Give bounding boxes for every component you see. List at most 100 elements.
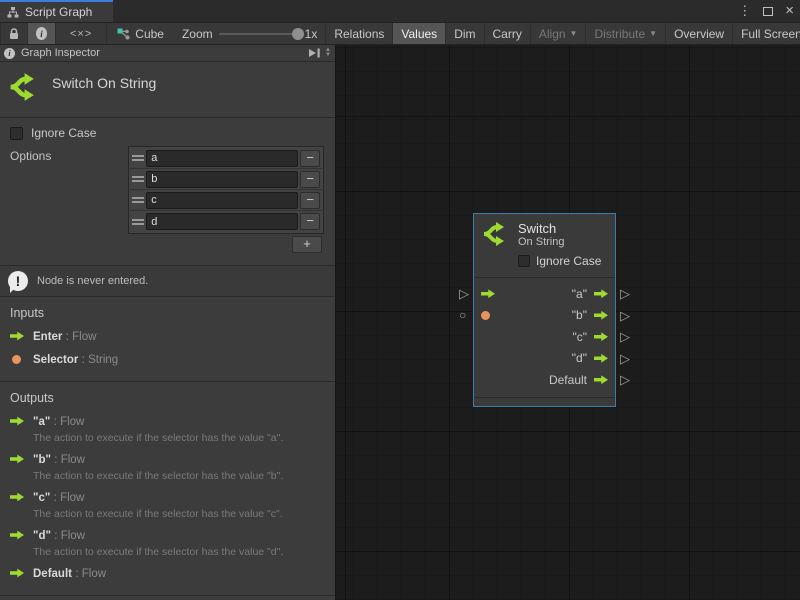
panel-spinner[interactable]: ▲▼ [325, 48, 331, 58]
edit-source-button[interactable]: <×> [56, 23, 107, 44]
unit-title: Switch On String [52, 72, 156, 91]
zoom-label: Zoom [182, 27, 213, 41]
output-port-c: "c" : Flow [10, 490, 325, 504]
toolbar-button-carry[interactable]: Carry [485, 23, 531, 44]
output-port-default: Default : Flow [10, 566, 325, 580]
flow-port-icon [10, 331, 24, 341]
flow-port-icon [10, 454, 24, 464]
option-row: − [130, 190, 322, 211]
toolbar-button-distribute[interactable]: Distribute▼ [586, 23, 666, 44]
node-title: Switch [518, 221, 564, 236]
node-header[interactable]: Switch On String Ignore Case [474, 214, 615, 278]
output-port-c-desc: The action to execute if the selector ha… [33, 508, 325, 520]
info-icon: i [36, 27, 47, 40]
graph-inspector-panel: i Graph Inspector ▲▼ Swi [0, 45, 335, 600]
script-graph-window: Script Graph ⋮ × i <×> Cube [0, 0, 800, 600]
ignore-case-label: Ignore Case [31, 126, 96, 140]
output-port-b: "b" : Flow [10, 452, 325, 466]
output-c-connector-icon[interactable]: ▷ [620, 330, 630, 343]
tab-label: Script Graph [25, 5, 92, 19]
zoom-control: Zoom 1x [174, 23, 325, 44]
node-subtitle: On String [518, 236, 564, 249]
switch-on-string-node[interactable]: Switch On String Ignore Case "a" "b" "c" [473, 213, 616, 407]
toolbar-button-dim[interactable]: Dim [446, 23, 484, 44]
drag-handle-icon[interactable] [130, 197, 146, 203]
options-list: − − − [128, 146, 324, 234]
close-icon[interactable]: × [785, 6, 794, 16]
option-input[interactable] [146, 192, 298, 209]
flow-port-icon [10, 568, 24, 578]
unit-title-block: Switch On String [0, 62, 335, 118]
node-ignore-case-checkbox[interactable] [518, 255, 530, 267]
graph-inspector-title: Graph Inspector [21, 47, 100, 59]
output-port-a-icon[interactable] [594, 289, 608, 299]
output-port-a-desc: The action to execute if the selector ha… [33, 432, 325, 444]
window-menu-icon[interactable]: ⋮ [738, 3, 751, 19]
output-port-b-desc: The action to execute if the selector ha… [33, 470, 325, 482]
output-a-connector-icon[interactable]: ▷ [620, 287, 630, 300]
flow-port-icon [10, 416, 24, 426]
output-port-d-desc: The action to execute if the selector ha… [33, 546, 325, 558]
lock-button[interactable] [0, 23, 28, 44]
toolbar-button-overview[interactable]: Overview [666, 23, 733, 44]
drag-handle-icon[interactable] [130, 176, 146, 182]
graph-target[interactable]: Cube [107, 23, 174, 44]
maximize-icon[interactable] [763, 7, 773, 16]
flow-port-icon [10, 530, 24, 540]
tab-script-graph[interactable]: Script Graph [0, 0, 113, 22]
graph-reference-icon [117, 28, 130, 40]
output-d-connector-icon[interactable]: ▷ [620, 352, 630, 365]
node-ports: "a" "b" "c" "d" Default [474, 278, 615, 391]
toolbar-button-align[interactable]: Align▼ [531, 23, 587, 44]
output-port-c-icon[interactable] [594, 332, 608, 342]
warning-icon: ! [8, 271, 28, 291]
info-icon: i [4, 48, 15, 59]
selector-connector-icon[interactable]: ○ [459, 309, 466, 322]
inspect-button[interactable]: i [28, 23, 56, 44]
dock-panel-icon[interactable] [308, 48, 321, 58]
toolbar-left-group: i <×> [0, 23, 107, 44]
warning-text: Node is never entered. [37, 275, 148, 287]
option-input[interactable] [146, 213, 298, 230]
option-input[interactable] [146, 171, 298, 188]
option-row: − [130, 169, 322, 190]
drag-handle-icon[interactable] [130, 155, 146, 161]
outputs-header: Outputs [10, 391, 325, 405]
chevron-down-icon: ▼ [570, 29, 578, 38]
output-port-d-icon[interactable] [594, 353, 608, 363]
input-port-enter: Enter : Flow [10, 329, 325, 343]
toolbar-button-fullscreen[interactable]: Full Screen [733, 23, 800, 44]
remove-option-button[interactable]: − [300, 213, 320, 230]
option-input[interactable] [146, 150, 298, 167]
remove-option-button[interactable]: − [300, 171, 320, 188]
ignore-case-checkbox[interactable] [10, 127, 23, 140]
input-port-selector: Selector : String [10, 352, 325, 366]
node-footer [474, 397, 615, 406]
warning-box: ! Node is never entered. [0, 265, 335, 297]
output-port-default-icon[interactable] [594, 375, 608, 385]
remove-option-button[interactable]: − [300, 192, 320, 209]
window-controls: ⋮ × [738, 0, 794, 22]
output-port-a: "a" : Flow [10, 414, 325, 428]
zoom-slider-handle[interactable] [292, 28, 304, 40]
graph-inspector-header: i Graph Inspector ▲▼ [0, 45, 335, 62]
zoom-slider[interactable] [219, 33, 299, 35]
drag-handle-icon[interactable] [130, 219, 146, 225]
enter-port-icon[interactable] [481, 289, 495, 299]
remove-option-button[interactable]: − [300, 150, 320, 167]
switch-icon [482, 221, 509, 250]
option-row: − [130, 211, 322, 232]
unit-settings: Ignore Case Options − − [0, 118, 335, 253]
toolbar-button-relations[interactable]: Relations [325, 23, 393, 44]
flow-port-icon [10, 492, 24, 502]
output-default-connector-icon[interactable]: ▷ [620, 373, 630, 386]
outputs-section: Outputs "a" : Flow The action to execute… [0, 382, 335, 595]
output-b-connector-icon[interactable]: ▷ [620, 309, 630, 322]
options-label: Options [10, 146, 128, 163]
output-port-b-icon[interactable] [594, 310, 608, 320]
switch-icon [8, 72, 40, 105]
enter-connector-icon[interactable]: ▷ [459, 287, 469, 300]
selector-port-icon[interactable] [481, 311, 490, 320]
toolbar-button-values[interactable]: Values [393, 23, 446, 44]
add-option-button[interactable]: + [292, 236, 322, 253]
